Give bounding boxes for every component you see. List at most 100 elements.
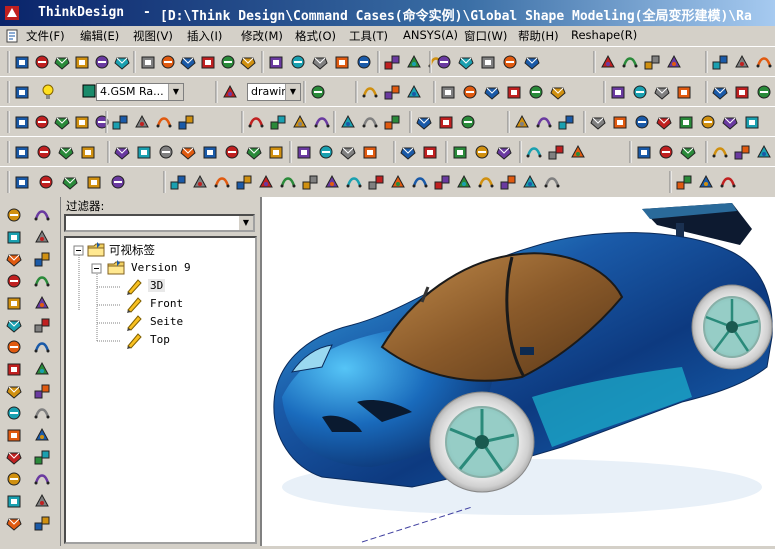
layer-combo[interactable]: 4.GSM Ra... ▼ bbox=[96, 83, 184, 101]
toolbar-icon[interactable] bbox=[548, 145, 564, 160]
menu-file[interactable]: 文件(F) bbox=[24, 28, 67, 44]
toolbar-icon[interactable] bbox=[571, 144, 585, 158]
toolbar-icon[interactable] bbox=[35, 55, 49, 69]
toolbar-icon[interactable] bbox=[384, 85, 400, 100]
toolbar-icon[interactable] bbox=[135, 114, 149, 128]
toolbar-icon[interactable] bbox=[137, 146, 151, 159]
car-model-render[interactable] bbox=[262, 197, 775, 546]
toolbar-icon[interactable] bbox=[712, 55, 728, 70]
toolbar-grip[interactable] bbox=[669, 171, 672, 193]
toolbar-grip[interactable] bbox=[377, 51, 380, 73]
toolbar-icon[interactable] bbox=[34, 450, 50, 465]
toolbar-grip[interactable] bbox=[409, 111, 412, 133]
toolbar-icon[interactable] bbox=[81, 146, 95, 159]
toolbar-grip[interactable] bbox=[105, 111, 108, 133]
toolbar-grip[interactable] bbox=[7, 81, 10, 103]
toolbar-icon[interactable] bbox=[114, 147, 130, 160]
toolbar-icon[interactable] bbox=[526, 147, 542, 158]
toolbar-icon[interactable] bbox=[503, 55, 517, 69]
toolbar-icon[interactable] bbox=[735, 54, 749, 68]
toolbar-icon[interactable] bbox=[269, 146, 283, 159]
toolbar-grip[interactable] bbox=[133, 51, 136, 73]
toolbar-icon[interactable] bbox=[363, 146, 377, 159]
toolbar-icon[interactable] bbox=[659, 145, 673, 159]
toolbar-icon[interactable] bbox=[201, 56, 215, 69]
toolbar-icon[interactable] bbox=[248, 117, 264, 128]
toolbar-icon[interactable] bbox=[15, 116, 29, 129]
toolbar-icon[interactable] bbox=[745, 116, 759, 129]
toolbar-icon[interactable] bbox=[7, 208, 21, 222]
toolbar-icon[interactable] bbox=[461, 115, 475, 129]
toolbar-icon[interactable] bbox=[654, 87, 670, 100]
toolbar-icon[interactable] bbox=[270, 115, 286, 130]
toolbar-grip[interactable] bbox=[7, 171, 10, 193]
toolbar-icon[interactable] bbox=[439, 116, 453, 129]
toolbar-icon[interactable] bbox=[193, 174, 207, 188]
toolbar-icon[interactable] bbox=[35, 295, 49, 309]
toolbar-icon[interactable] bbox=[550, 87, 566, 100]
toolbar-icon[interactable] bbox=[434, 175, 450, 190]
toolbar-icon[interactable] bbox=[335, 56, 349, 69]
toolbar-icon[interactable] bbox=[58, 147, 74, 160]
toolbar-icon[interactable] bbox=[112, 115, 128, 130]
tree-root-visual-labels[interactable]: 可视标签 bbox=[109, 242, 155, 258]
toolbar-icon[interactable] bbox=[141, 56, 155, 69]
toolbar-icon[interactable] bbox=[34, 384, 50, 399]
toolbar-icon[interactable] bbox=[34, 318, 50, 333]
document-icon[interactable] bbox=[4, 28, 20, 44]
menu-window[interactable]: 窗口(W) bbox=[462, 28, 509, 44]
toolbar-icon[interactable] bbox=[180, 57, 196, 70]
toolbar-icon[interactable] bbox=[170, 175, 186, 190]
toolbar-icon[interactable] bbox=[757, 144, 771, 158]
toolbar-icon[interactable] bbox=[178, 115, 194, 130]
toolbar-icon[interactable] bbox=[37, 145, 51, 159]
toolbar-icon[interactable] bbox=[644, 55, 660, 70]
toolbar-icon[interactable] bbox=[159, 145, 173, 159]
toolbar-icon[interactable] bbox=[34, 342, 50, 353]
toolbar-icon[interactable] bbox=[34, 474, 50, 485]
toolbar-icon[interactable] bbox=[7, 340, 21, 354]
toolbar-icon[interactable] bbox=[391, 174, 405, 188]
toolbar-icon[interactable] bbox=[484, 87, 500, 100]
toolbar-icon[interactable] bbox=[95, 55, 109, 69]
toolbar-grip[interactable] bbox=[355, 81, 358, 103]
toolbar-icon[interactable] bbox=[7, 274, 21, 288]
menu-reshape[interactable]: Reshape(R) bbox=[569, 28, 639, 42]
toolbar-icon[interactable] bbox=[111, 175, 125, 189]
toolbar-icon[interactable] bbox=[297, 146, 311, 159]
toolbar-grip[interactable] bbox=[593, 51, 596, 73]
toolbar-icon[interactable] bbox=[734, 145, 750, 160]
toolbar-icon[interactable] bbox=[302, 175, 318, 190]
toolbar-grip[interactable] bbox=[303, 81, 306, 103]
toolbar-icon[interactable] bbox=[362, 87, 378, 98]
toolbar-icon[interactable] bbox=[357, 55, 371, 69]
toolbar-icon[interactable] bbox=[6, 518, 22, 531]
tree-node-view-3d[interactable]: 3D bbox=[148, 279, 166, 292]
toolbar-icon[interactable] bbox=[114, 57, 130, 70]
toolbar-icon[interactable] bbox=[223, 84, 237, 98]
toolbar-icon[interactable] bbox=[39, 175, 53, 189]
toolbar-icon[interactable] bbox=[701, 115, 715, 129]
toolbar-icon[interactable] bbox=[453, 146, 467, 159]
menu-help[interactable]: 帮助(H) bbox=[516, 28, 561, 44]
menu-ansys[interactable]: ANSYS(A) bbox=[401, 28, 460, 42]
toolbar-icon[interactable] bbox=[416, 117, 432, 130]
toolbar-icon[interactable] bbox=[633, 85, 647, 99]
toolbar-grip[interactable] bbox=[163, 171, 166, 193]
toolbar-icon[interactable] bbox=[536, 117, 552, 128]
toolbar-icon[interactable] bbox=[558, 115, 574, 130]
tree-node-view-front[interactable]: Front bbox=[150, 297, 183, 310]
menu-tools[interactable]: 工具(T) bbox=[347, 28, 390, 44]
toolbar-icon[interactable] bbox=[15, 176, 29, 189]
menu-modify[interactable]: 修改(M) bbox=[239, 28, 285, 44]
toolbar-icon[interactable] bbox=[677, 86, 691, 99]
menu-edit[interactable]: 编辑(E) bbox=[78, 28, 121, 44]
menu-view[interactable]: 视图(V) bbox=[131, 28, 175, 44]
lightbulb-icon[interactable] bbox=[40, 83, 56, 101]
toolbar-icon[interactable] bbox=[161, 55, 175, 69]
toolbar-icon[interactable] bbox=[156, 117, 172, 128]
toolbar-icon[interactable] bbox=[475, 145, 489, 159]
tree-node-view-seite[interactable]: Seite bbox=[150, 315, 183, 328]
toolbar-icon[interactable] bbox=[463, 85, 477, 99]
toolbar-icon[interactable] bbox=[291, 55, 305, 69]
